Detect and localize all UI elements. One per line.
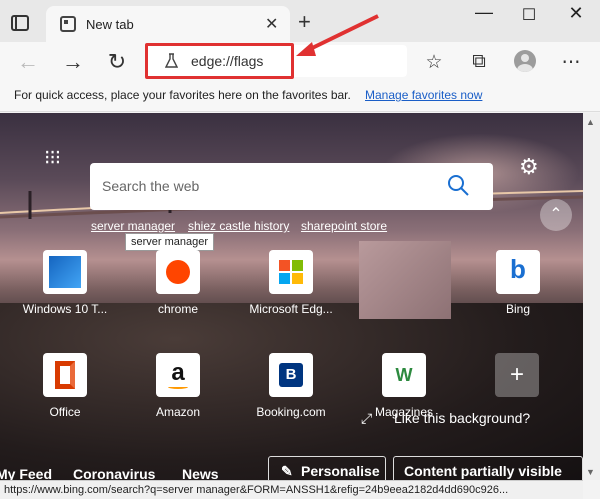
scroll-up-button[interactable]: ⌃ — [540, 199, 572, 231]
magazines-logo-icon: W — [382, 353, 426, 397]
tooltip: server manager — [125, 233, 215, 251]
tile-label: chrome — [157, 302, 198, 316]
personalise-label: Personalise — [301, 463, 380, 479]
tile-label: Microsoft Edg... — [249, 302, 333, 316]
tile-label: Bing — [505, 302, 531, 316]
tile-chrome[interactable]: chrome — [133, 250, 223, 316]
scroll-up-arrow-icon[interactable]: ▲ — [586, 117, 595, 127]
add-tile-button[interactable]: + — [472, 353, 562, 397]
tab-actions-icon[interactable] — [11, 15, 29, 31]
tile-label: Windows 10 T... — [22, 302, 108, 316]
close-tab-icon[interactable]: ✕ — [265, 14, 278, 34]
search-icon[interactable] — [446, 173, 470, 197]
web-search-box[interactable]: Search the web — [90, 163, 493, 210]
blurred-tile[interactable] — [359, 241, 451, 319]
tab-new-tab[interactable]: New tab ✕ — [46, 6, 290, 42]
annotation-arrow — [296, 14, 379, 56]
quick-link[interactable]: sharepoint store — [301, 219, 387, 233]
windows-logo-icon — [43, 250, 87, 294]
manage-favorites-link[interactable]: Manage favorites now — [365, 88, 482, 102]
expand-icon[interactable]: ⤢ — [361, 410, 372, 427]
booking-logo-icon: B — [269, 353, 313, 397]
search-placeholder: Search the web — [102, 178, 200, 194]
quick-link[interactable]: server manager — [91, 219, 175, 233]
tab-title: New tab — [86, 17, 134, 32]
scroll-down-arrow-icon[interactable]: ▼ — [586, 467, 595, 477]
favorites-bar: For quick access, place your favorites h… — [0, 82, 600, 112]
new-tab-page: ⁝⁝⁝ ⚙ Search the web ⌃ server manager sh… — [0, 113, 583, 480]
nav-news[interactable]: News — [182, 466, 219, 480]
close-window-icon[interactable]: ✕ — [556, 3, 596, 24]
content-visibility-label: Content partially visible — [404, 463, 562, 479]
bing-logo-icon: b — [496, 250, 540, 294]
profile-avatar[interactable] — [514, 50, 536, 72]
amazon-logo-icon: a — [156, 353, 200, 397]
tile-amazon[interactable]: a Amazon — [133, 353, 223, 419]
status-bar: https://www.bing.com/search?q=server man… — [0, 480, 583, 499]
scrollbar[interactable]: ▲ ▼ — [583, 113, 600, 480]
address-highlight-box — [145, 43, 294, 79]
forward-arrow-icon[interactable]: → — [58, 48, 88, 76]
browser-window: New tab ✕ + — ☐ ✕ ← → ↻ edge://flags ☆ ⧉… — [0, 0, 600, 499]
nav-coronavirus[interactable]: Coronavirus — [73, 466, 155, 480]
office-logo-icon — [43, 353, 87, 397]
status-url: https://www.bing.com/search?q=server man… — [4, 484, 509, 496]
back-arrow-icon[interactable]: ← — [13, 48, 43, 76]
pencil-icon: ✎ — [281, 463, 293, 479]
microsoft-logo-icon — [269, 250, 313, 294]
more-menu-icon[interactable]: ⋯ — [558, 51, 584, 74]
content-visibility-button[interactable]: Content partially visible — [393, 456, 583, 480]
refresh-icon[interactable]: ↻ — [102, 48, 132, 76]
quick-link[interactable]: shiez castle history — [188, 219, 289, 233]
favorites-hint: For quick access, place your favorites h… — [14, 88, 351, 102]
nav-my-feed[interactable]: My Feed — [0, 466, 52, 480]
tile-microsoft-edge[interactable]: Microsoft Edg... — [246, 250, 336, 316]
apps-grid-icon[interactable]: ⁝⁝⁝ — [44, 148, 64, 168]
tile-booking[interactable]: B Booking.com — [246, 353, 336, 419]
tile-bing[interactable]: b Bing — [473, 250, 563, 316]
reddit-logo-icon — [156, 250, 200, 294]
favorites-star-icon[interactable]: ☆ — [421, 51, 447, 74]
tile-label: Amazon — [155, 405, 201, 419]
plus-icon: + — [495, 353, 539, 397]
tile-label: Office — [49, 405, 81, 419]
maximize-icon[interactable]: ☐ — [509, 5, 549, 25]
tile-label: Booking.com — [256, 405, 326, 419]
like-background-prompt[interactable]: Like this background? — [394, 410, 530, 426]
tile-office[interactable]: Office — [20, 353, 110, 419]
settings-gear-icon[interactable]: ⚙ — [519, 154, 539, 180]
minimize-icon[interactable]: — — [464, 2, 504, 23]
new-tab-page-icon — [60, 16, 76, 32]
collections-icon[interactable]: ⧉ — [466, 51, 492, 73]
personalise-button[interactable]: ✎ Personalise — [268, 456, 386, 480]
tile-windows-10[interactable]: Windows 10 T... — [20, 250, 110, 316]
